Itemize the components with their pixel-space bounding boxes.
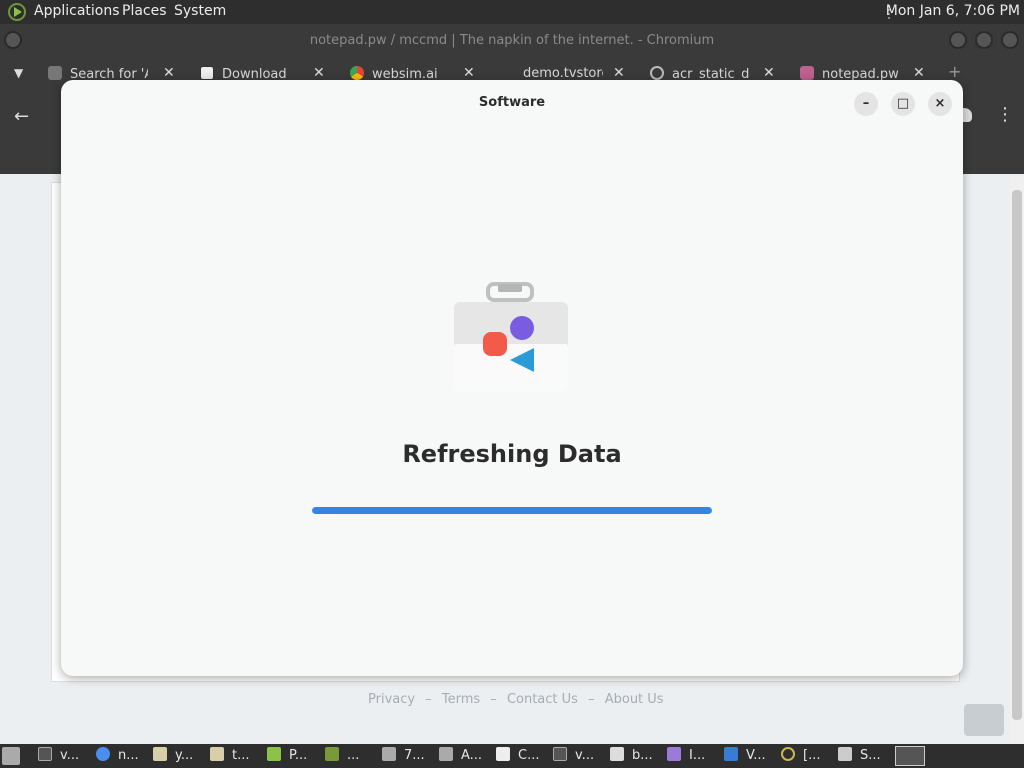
applications-menu[interactable]: Applications [34,3,120,19]
taskbar-item-folder[interactable]: t... [210,747,250,765]
tab-close-icon[interactable]: ✕ [613,65,625,81]
top-panel: Applications Places System Mon Jan 6, 7:… [0,0,1024,24]
browser-maximize-button[interactable] [975,31,993,49]
footer-links: Privacy – Terms – Contact Us – About Us [368,692,670,707]
minimize-button[interactable]: – [854,92,878,116]
dialog-title: Software [478,95,546,110]
tab-close-icon[interactable]: ✕ [463,65,475,81]
taskbar-item-terminal[interactable]: v... [38,747,79,765]
package-icon [325,747,339,761]
back-arrow-icon[interactable]: ← [14,106,29,127]
privacy-link[interactable]: Privacy [368,692,415,707]
workspace-switcher[interactable] [895,746,925,766]
printer-icon [382,747,396,761]
7zip-icon [496,747,510,761]
taskbar-item-editor[interactable]: b... [610,747,653,765]
taskbar-item-printer[interactable]: A... [439,747,482,765]
software-dialog: Software – □ × Refreshing Data [61,80,963,676]
editor-icon [610,747,624,761]
taskbar-item-printer[interactable]: 7... [382,747,425,765]
footer-separator: – [425,692,432,707]
clock[interactable]: Mon Jan 6, 7:06 PM [886,3,1020,19]
tab-close-icon[interactable]: ✕ [763,65,775,81]
scrollbar-thumb[interactable] [1012,190,1022,720]
chromium-icon [96,747,110,761]
distro-logo-icon[interactable] [8,3,26,21]
folder-icon [210,747,224,761]
browser-minimize-button[interactable] [949,31,967,49]
contact-us-link[interactable]: Contact Us [507,692,578,707]
taskbar-item-app[interactable]: P... [267,747,307,765]
folder-icon [153,747,167,761]
system-menu[interactable]: System [174,3,226,19]
browser-window-title: notepad.pw / mccmd | The napkin of the i… [309,33,715,48]
taskbar-item-chromium[interactable]: n... [96,747,139,765]
software-bag-icon [454,282,568,392]
footer-separator: – [588,692,595,707]
software-icon [838,747,852,761]
app-icon [267,747,281,761]
close-button[interactable]: × [928,92,952,116]
browser-titlebar: notepad.pw / mccmd | The napkin of the i… [0,24,1024,58]
globe-icon [650,66,664,80]
7zip-icon [200,66,214,80]
printer-icon [439,747,453,761]
progress-bar [312,507,712,514]
taskbar-item-package[interactable]: ... [325,747,359,765]
window-menu-icon[interactable] [4,31,22,49]
show-desktop-icon[interactable] [2,747,20,765]
progress-bar-fill [312,507,712,514]
image-viewer-icon [667,747,681,761]
about-us-link[interactable]: About Us [605,692,664,707]
taskbar-item-folder[interactable]: y... [153,747,193,765]
terminal-icon [553,747,567,761]
share-icon[interactable] [964,704,1004,736]
taskbar-item-software[interactable]: S... [838,747,881,765]
chrome-icon [350,66,364,80]
kebab-menu-icon[interactable]: ⋮ [996,104,1014,125]
maximize-button[interactable]: □ [891,92,915,116]
refreshing-heading: Refreshing Data [402,440,622,468]
search-icon [48,66,62,80]
terms-link[interactable]: Terms [442,692,480,707]
notepad-icon [800,66,814,80]
tab-search-chevron-icon[interactable]: ▼ [14,66,23,80]
new-tab-button[interactable]: + [948,62,961,81]
vscode-icon [724,747,738,761]
places-menu[interactable]: Places [122,3,167,19]
taskbar: v... n... y... t... P... ... 7... A... C… [0,744,1024,768]
taskbar-item-7zip[interactable]: C... [496,747,539,765]
tab-close-icon[interactable]: ✕ [313,65,325,81]
app-icon [781,747,795,761]
taskbar-item-terminal[interactable]: v... [553,747,594,765]
tab-close-icon[interactable]: ✕ [913,65,925,81]
footer-separator: – [490,692,497,707]
taskbar-item-vscode[interactable]: V... [724,747,766,765]
terminal-icon [38,747,52,761]
taskbar-item-app[interactable]: [... [781,747,820,765]
taskbar-item-image[interactable]: I... [667,747,705,765]
browser-close-button[interactable] [1001,31,1019,49]
tab-close-icon[interactable]: ✕ [163,65,175,81]
